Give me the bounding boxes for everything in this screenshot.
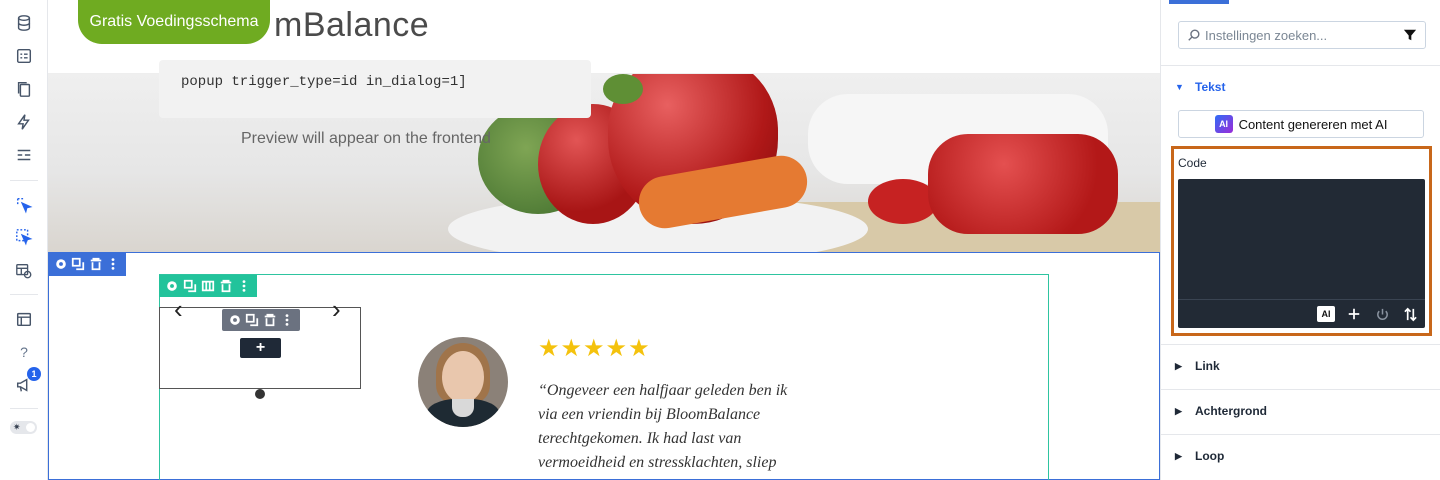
settings-icon[interactable]	[53, 256, 69, 272]
rail-divider	[10, 408, 38, 409]
divider	[1161, 434, 1440, 435]
hero-pepper-stem	[603, 74, 643, 104]
duplicate-icon[interactable]	[70, 256, 86, 272]
slider-dot[interactable]	[255, 389, 265, 399]
section-tekst-label: Tekst	[1195, 80, 1226, 94]
section-achtergrond-label: Achtergrond	[1195, 404, 1267, 418]
search-input[interactable]	[1205, 25, 1395, 45]
testimonial-quote: “Ongeveer een halfjaar geleden ben ik vi…	[538, 382, 788, 471]
settings-panel: ▼ Tekst AI Content genereren met AI Code…	[1160, 0, 1440, 480]
editor-ai-icon[interactable]: AI	[1317, 306, 1335, 322]
slider-prev-arrow[interactable]: ‹	[174, 296, 183, 322]
divider	[1161, 389, 1440, 390]
caret-right-icon: ▶	[1175, 360, 1182, 371]
rail-divider	[10, 180, 38, 181]
settings-search	[1178, 21, 1426, 49]
site-logo[interactable]: mBalance	[274, 6, 429, 45]
avatar-collar	[452, 399, 474, 417]
copy-icon[interactable]	[14, 79, 34, 99]
notification-badge: 1	[27, 367, 41, 381]
sun-icon: ✷	[13, 422, 21, 432]
form-icon[interactable]	[14, 46, 34, 66]
slider-next-arrow[interactable]: ›	[332, 296, 341, 322]
divider	[1161, 65, 1440, 66]
database-icon[interactable]	[14, 13, 34, 33]
more-icon[interactable]	[236, 278, 252, 294]
cta-button[interactable]: Gratis Voedingsschema	[78, 0, 270, 44]
divider	[1161, 344, 1440, 345]
editor-canvas: Gratis Voedingsschema mBalance popup tri…	[48, 0, 1160, 480]
left-toolbar: ? 1 ✷	[0, 0, 48, 480]
testimonial-avatar	[418, 337, 508, 427]
row-toolbar	[159, 275, 257, 297]
star-rating: ★★★★★	[538, 335, 651, 362]
insert-icon[interactable]	[1345, 305, 1363, 323]
code-label: Code	[1178, 156, 1207, 170]
avatar-face	[442, 351, 484, 403]
section-achtergrond[interactable]: ▶ Achtergrond	[1175, 404, 1267, 418]
template-preview-icon[interactable]	[14, 261, 34, 281]
generate-ai-content-button[interactable]: AI Content genereren met AI	[1178, 110, 1424, 138]
settings-icon[interactable]	[164, 278, 180, 294]
sort-icon[interactable]	[1401, 305, 1419, 323]
caret-right-icon: ▶	[1175, 405, 1182, 416]
duplicate-icon[interactable]	[244, 312, 260, 328]
shortcode-text: popup trigger_type=id in_dialog=1]	[181, 74, 467, 90]
section-link-label: Link	[1195, 359, 1220, 373]
app-root: ? 1 ✷ Gratis Voedingsschema mBalance pop…	[0, 0, 1440, 480]
delete-icon[interactable]	[262, 312, 278, 328]
section-link[interactable]: ▶ Link	[1175, 359, 1220, 373]
preview-notice: Preview will appear on the frontend	[241, 130, 491, 147]
duplicate-icon[interactable]	[182, 278, 198, 294]
caret-right-icon: ▶	[1175, 450, 1182, 461]
settings-icon[interactable]	[227, 312, 243, 328]
toggle-knob	[26, 423, 35, 432]
layout-icon[interactable]	[14, 145, 34, 165]
more-icon[interactable]	[105, 256, 121, 272]
power-icon[interactable]	[1373, 305, 1391, 323]
multi-select-icon[interactable]	[14, 227, 34, 247]
delete-icon[interactable]	[218, 278, 234, 294]
caret-down-icon: ▼	[1175, 82, 1184, 92]
ai-icon: AI	[1214, 115, 1233, 133]
rail-divider	[10, 294, 38, 295]
help-icon[interactable]: ?	[14, 342, 34, 362]
add-element-button[interactable]: +	[240, 338, 281, 358]
theme-toggle[interactable]: ✷	[10, 421, 37, 434]
delete-icon[interactable]	[88, 256, 104, 272]
generate-ai-content-label: Content genereren met AI	[1238, 116, 1388, 132]
columns-icon[interactable]	[200, 278, 216, 294]
lightning-icon[interactable]	[14, 112, 34, 132]
layers-icon[interactable]	[14, 309, 34, 329]
active-tab-indicator	[1169, 0, 1229, 4]
section-tekst[interactable]: ▼ Tekst	[1175, 80, 1225, 94]
widget-toolbar	[222, 309, 300, 331]
hero-pepper-cut	[928, 134, 1118, 234]
section-toolbar	[48, 252, 126, 276]
section-loop[interactable]: ▶ Loop	[1175, 449, 1224, 463]
filter-icon[interactable]	[1403, 28, 1417, 42]
search-icon	[1188, 29, 1200, 41]
shortcode-block[interactable]: popup trigger_type=id in_dialog=1]	[159, 60, 591, 118]
section-loop-label: Loop	[1195, 449, 1225, 463]
more-icon[interactable]	[279, 312, 295, 328]
select-icon[interactable]	[14, 195, 34, 215]
